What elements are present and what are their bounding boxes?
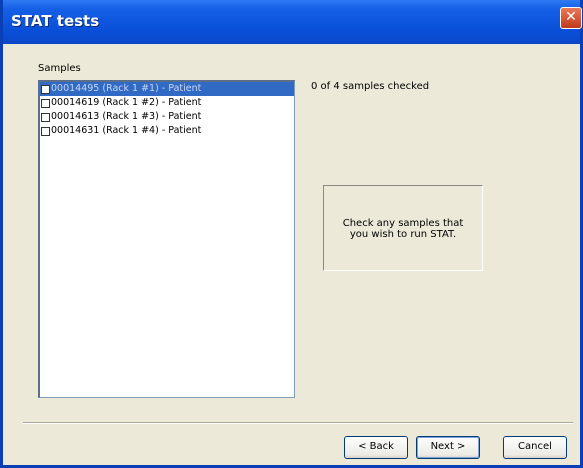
close-button[interactable]: ✕ <box>560 7 582 29</box>
sample-checkbox[interactable] <box>41 126 50 136</box>
cancel-button[interactable]: Cancel <box>503 436 567 459</box>
list-item[interactable]: 00014631 (Rack 1 #4) - Patient <box>40 124 294 138</box>
sample-checkbox[interactable] <box>41 84 50 94</box>
hint-line-1: Check any samples that <box>342 218 464 229</box>
hint-line-2: you wish to run STAT. <box>349 229 457 240</box>
checked-count-status: 0 of 4 samples checked <box>311 81 430 92</box>
next-button[interactable]: Next > <box>416 436 480 459</box>
list-item-label: 00014613 (Rack 1 #3) - Patient <box>51 111 202 122</box>
list-item-label: 00014631 (Rack 1 #4) - Patient <box>51 125 202 136</box>
samples-listbox[interactable]: 00014495 (Rack 1 #1) - Patient 00014619 … <box>38 80 295 398</box>
button-separator <box>23 422 573 424</box>
list-item-label: 00014495 (Rack 1 #1) - Patient <box>51 83 202 94</box>
window-title: STAT tests <box>11 12 100 30</box>
list-item[interactable]: 00014619 (Rack 1 #2) - Patient <box>40 96 294 110</box>
title-bar[interactable]: STAT tests ✕ <box>3 0 582 44</box>
sample-checkbox[interactable] <box>41 112 50 122</box>
stat-tests-dialog: STAT tests ✕ Samples 00014495 (Rack 1 #1… <box>0 0 583 468</box>
samples-label: Samples <box>38 63 81 74</box>
close-icon: ✕ <box>565 9 577 25</box>
hint-panel: Check any samples that you wish to run S… <box>323 185 483 271</box>
list-item-label: 00014619 (Rack 1 #2) - Patient <box>51 97 202 108</box>
back-button[interactable]: < Back <box>344 436 408 459</box>
sample-checkbox[interactable] <box>41 98 50 108</box>
list-item[interactable]: 00014495 (Rack 1 #1) - Patient <box>40 82 294 96</box>
list-item[interactable]: 00014613 (Rack 1 #3) - Patient <box>40 110 294 124</box>
